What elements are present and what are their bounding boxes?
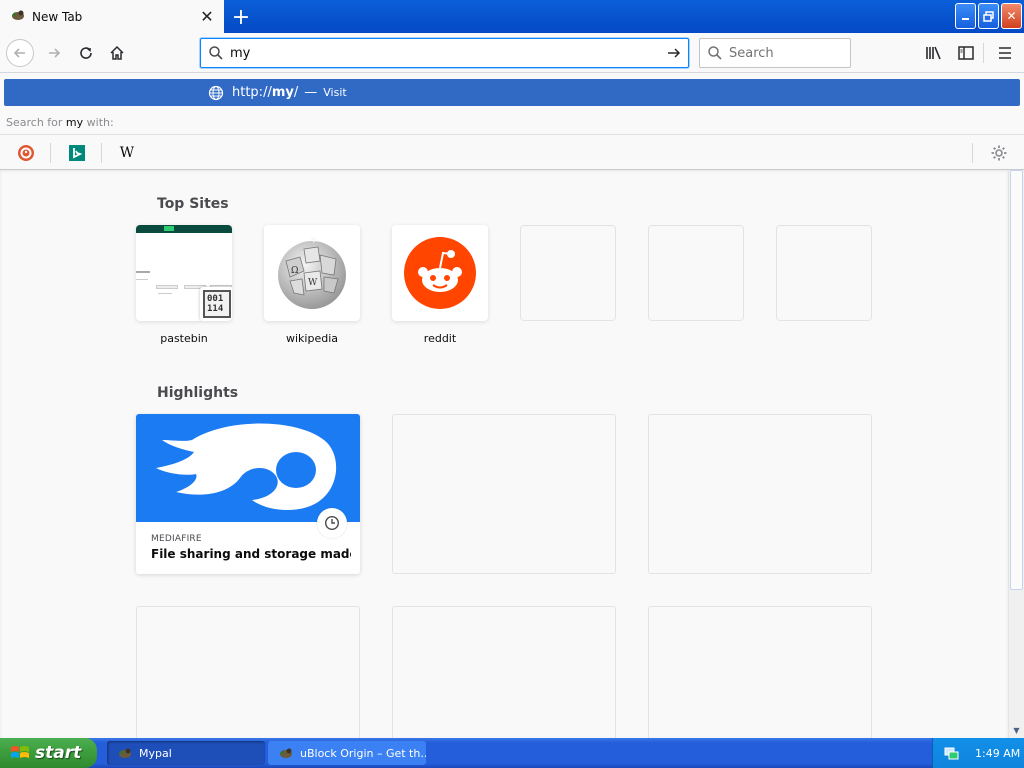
engine-separator (50, 143, 51, 163)
new-tab-page: Top Sites 001 114 pastebin W Ω wikipedia… (0, 170, 1008, 738)
navigation-toolbar (0, 33, 1024, 73)
site-label: pastebin (160, 332, 208, 345)
top-site-placeholder (520, 225, 616, 321)
highlight-source: MEDIAFIRE (151, 534, 202, 544)
task-label: Mypal (139, 746, 172, 760)
suggestion-url: http://my/ (232, 85, 299, 100)
mypal-icon (10, 7, 26, 26)
system-tray: 1:49 AM (932, 738, 1024, 768)
reddit-icon (404, 237, 476, 309)
highlight-placeholder (392, 414, 616, 574)
url-suggestions-popup: http://my/ — Visit Search for my with: W (0, 74, 1024, 170)
highlight-title: File sharing and storage made si... (151, 547, 351, 561)
network-icon[interactable] (943, 745, 959, 761)
reload-icon (80, 47, 92, 59)
clock-icon (317, 508, 347, 538)
home-icon (110, 45, 124, 60)
svg-text:W: W (308, 278, 318, 288)
window-controls: ✕ (955, 3, 1022, 29)
mediafire-logo-image (136, 414, 360, 522)
reload-button[interactable] (72, 39, 100, 67)
site-thumbnail: 001 114 (136, 225, 232, 321)
library-button[interactable] (920, 39, 948, 67)
sidebar-icon (958, 46, 974, 60)
site-label: reddit (423, 332, 457, 345)
wikipedia-icon[interactable]: W (116, 142, 138, 164)
search-icon (707, 45, 723, 61)
duckduckgo-icon[interactable] (15, 142, 37, 164)
suggestion-row[interactable]: http://my/ — Visit (4, 79, 1020, 106)
highlight-card-mediafire[interactable]: MEDIAFIRE File sharing and storage made … (136, 414, 360, 574)
highlight-placeholder (136, 606, 360, 738)
forward-arrow-icon (49, 48, 61, 58)
search-input[interactable] (729, 45, 839, 61)
taskbar-item-mypal[interactable]: Mypal (107, 741, 265, 765)
tab-title: New Tab (32, 9, 83, 24)
top-site-pastebin[interactable]: 001 114 pastebin (136, 225, 232, 345)
mypal-icon (117, 745, 133, 761)
home-button[interactable] (103, 39, 131, 67)
top-site-placeholder (648, 225, 744, 321)
globe-icon (208, 85, 224, 101)
highlight-placeholder (392, 606, 616, 738)
hamburger-menu-icon (999, 47, 1011, 59)
top-site-reddit[interactable]: reddit (392, 225, 488, 345)
highlights-title: Highlights (157, 385, 239, 401)
clock-time: 1:49 AM (975, 746, 1021, 760)
search-settings-gear-icon[interactable] (988, 142, 1010, 164)
site-thumbnail (392, 225, 488, 321)
forward-button[interactable] (40, 39, 68, 67)
scrollbar-thumb[interactable] (1010, 170, 1023, 590)
one-off-search-engines: W (0, 134, 1024, 170)
start-label: start (35, 743, 82, 763)
pastebin-icon: 001 114 (200, 287, 232, 321)
top-site-wikipedia[interactable]: W Ω wikipedia (264, 225, 360, 345)
windows-flag-icon (10, 744, 30, 762)
search-icon (208, 45, 224, 61)
minimize-button[interactable] (955, 3, 976, 29)
top-site-placeholder (776, 225, 872, 321)
site-label: wikipedia (285, 332, 338, 345)
close-window-button[interactable]: ✕ (1001, 3, 1022, 29)
restore-button[interactable] (978, 3, 999, 29)
windows-taskbar: start Mypal uBlock Origin – Get th... 1:… (0, 738, 1024, 768)
wikipedia-globe-icon: W Ω (278, 237, 346, 309)
suggestion-separator: — (304, 85, 318, 100)
svg-text:Ω: Ω (291, 266, 298, 276)
start-button[interactable]: start (0, 738, 97, 768)
library-icon (926, 46, 941, 60)
search-bar[interactable] (699, 38, 851, 68)
go-arrow-icon[interactable] (666, 45, 682, 61)
url-bar[interactable] (200, 38, 689, 68)
engine-separator (101, 143, 102, 163)
highlight-placeholder (648, 414, 872, 574)
taskbar-item-ublock[interactable]: uBlock Origin – Get th... (268, 741, 426, 765)
tab-new-tab[interactable]: New Tab ✕ (0, 0, 224, 33)
top-sites-title: Top Sites (157, 196, 229, 212)
sidebar-button[interactable] (952, 39, 980, 67)
url-input[interactable] (230, 45, 666, 61)
back-arrow-icon (13, 48, 25, 58)
tab-strip: New Tab ✕ + ✕ (0, 0, 1024, 33)
task-label: uBlock Origin – Get th... (300, 746, 426, 760)
site-thumbnail: W Ω (264, 225, 360, 321)
menu-button[interactable] (991, 39, 1019, 67)
toolbar-separator (983, 43, 984, 63)
tab-close-icon[interactable]: ✕ (198, 7, 216, 26)
engine-separator (972, 143, 973, 163)
scroll-down-arrow-icon[interactable]: ▼ (1010, 722, 1023, 738)
mypal-icon (278, 745, 294, 761)
suggestion-action: Visit (323, 86, 347, 99)
new-tab-button[interactable]: + (226, 2, 256, 32)
back-button[interactable] (6, 39, 34, 67)
search-for-label: Search for my with: (6, 116, 114, 129)
vertical-scrollbar[interactable]: ▼ (1008, 170, 1024, 738)
bing-icon[interactable] (66, 142, 88, 164)
highlight-placeholder (648, 606, 872, 738)
